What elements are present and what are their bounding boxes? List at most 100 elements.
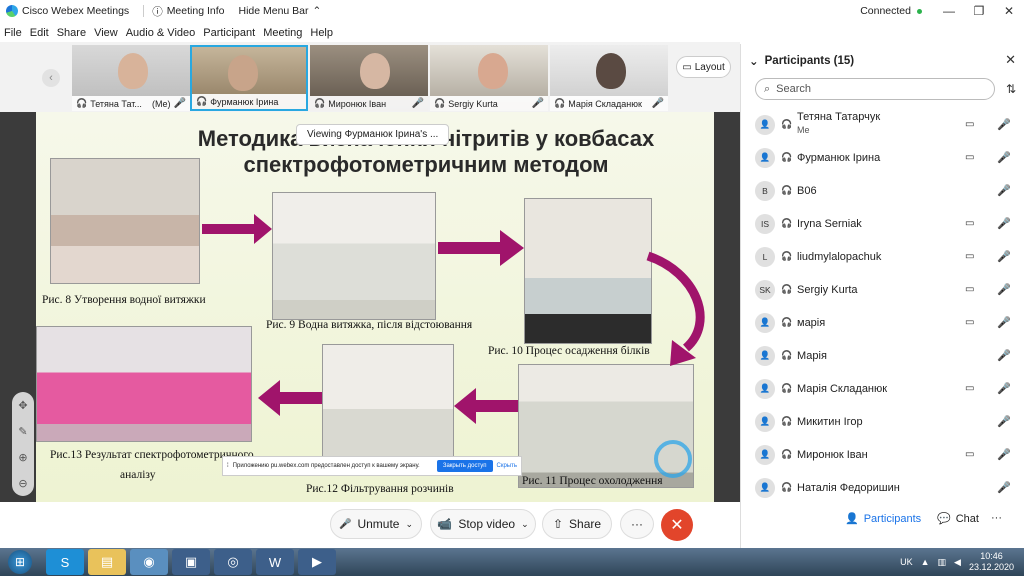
participant-row[interactable]: IS 🎧 Iryna Serniak ▭ 🎤 [741,207,1024,240]
layout-button[interactable]: ▭ Layout [676,56,731,78]
participant-row[interactable]: B 🎧 B06 🎤 [741,174,1024,207]
annotate-icon[interactable]: ✎ [18,425,27,438]
more-options-button[interactable]: ··· [620,509,654,539]
audio-icon: 🎧 [554,98,566,108]
info-icon: ⓘ [152,5,163,18]
mic-muted-icon: 🎤 [338,518,352,530]
stop-video-label: Stop video [458,517,516,531]
participants-tab[interactable]: 👤 Participants [845,512,921,526]
video-thumb-active[interactable]: 🎧 Фурманюк Ірина [190,45,308,111]
participant-row[interactable]: 👤 🎧 марія ▭ 🎤 [741,306,1024,339]
participant-row[interactable]: 👤 🎧 Фурманюк Ірина ▭ 🎤 [741,141,1024,174]
skype-icon[interactable]: S [46,549,84,575]
mic-active-icon[interactable]: 🎤 [997,151,1011,164]
menu-view[interactable]: View [94,27,118,39]
mic-muted-icon[interactable]: 🎤 [997,481,1011,494]
panel-close-button[interactable]: ✕ [1005,52,1016,68]
menu-file[interactable]: File [4,27,22,39]
zoom-in-icon[interactable]: ⊕ [18,451,27,464]
shared-slide: Методика визначення нітритів у ковбасах … [36,112,714,502]
meeting-info-button[interactable]: ⓘ Meeting Info [152,4,224,19]
participant-video [596,53,626,89]
mic-muted-icon[interactable]: 🎤 [997,415,1011,428]
zoom-controls: ✥ ✎ ⊕ ⊖ [12,392,34,496]
volume-icon[interactable]: ◀ [954,557,961,568]
end-meeting-button[interactable]: ✕ [661,509,693,541]
pan-icon[interactable]: ✥ [18,399,27,412]
hide-banner-link[interactable]: Скрыть [497,463,517,469]
minimize-button[interactable]: — [934,0,964,22]
mic-muted-icon[interactable]: 🎤 [997,316,1011,329]
shared-content-stage: Методика визначення нітритів у ковбасах … [0,112,740,502]
participant-row[interactable]: 👤 🎧 Микитин Ігор 🎤 [741,405,1024,438]
video-thumb[interactable]: 🎧 Тетяна Тат... (Me) 🎤 [72,45,190,111]
avatar-person-icon: 👤 [755,444,775,465]
mic-muted-icon[interactable]: 🎤 [997,283,1011,296]
chat-tab[interactable]: 💬 Chat [937,512,979,526]
tray-arrow-icon[interactable]: ▲ [921,557,930,567]
participant-row[interactable]: L 🎧 liudmylalopachuk ▭ 🎤 [741,240,1024,273]
participant-search-input[interactable]: ⌕ Search [755,78,995,100]
title-bar: Cisco Webex Meetings ⓘ Meeting Info Hide … [0,0,1024,22]
sort-icon[interactable]: ⇅ [1006,82,1016,96]
avatar-person-icon: 👤 [755,147,775,168]
participant-row[interactable]: 👤 🎧 Марія Складанюк ▭ 🎤 [741,372,1024,405]
person-icon: 👤 [845,513,859,525]
menu-participant[interactable]: Participant [203,27,255,39]
video-thumb[interactable]: 🎧 Марія Складанюк 🎤 [550,45,668,111]
menu-audio-video[interactable]: Audio & Video [126,27,196,39]
start-button[interactable]: ⊞ [8,550,32,574]
save-app-icon[interactable]: ▣ [172,549,210,575]
share-button[interactable]: ⇧ Share [542,509,612,539]
menu-bar: File Edit Share View Audio & Video Parti… [0,24,337,42]
participant-row[interactable]: 👤 🎧 Наталія Федоришин 🎤 [741,471,1024,504]
mic-muted-icon[interactable]: 🎤 [997,118,1011,131]
word-icon[interactable]: W [256,549,294,575]
clock[interactable]: 10:46 23.12.2020 [969,551,1014,573]
thumb-name: Миронюк Іван [328,98,387,109]
avatar-person-icon: 👤 [755,114,775,135]
mic-muted-icon[interactable]: 🎤 [997,217,1011,230]
chevron-down-icon[interactable]: ⌄ [521,519,529,530]
panel-header[interactable]: ⌄ Participants (15) [749,54,854,68]
zoom-app-icon[interactable]: ▶ [298,549,336,575]
close-access-button[interactable]: Закрыть доступ [436,460,493,472]
participant-row[interactable]: 👤 🎧 Миронюк Іван ▭ 🎤 [741,438,1024,471]
panel-more-button[interactable]: ··· [991,512,1002,524]
drag-handle-icon[interactable]: ⁞ [227,463,229,469]
participant-row[interactable]: SK 🎧 Sergiy Kurta ▭ 🎤 [741,273,1024,306]
menu-meeting[interactable]: Meeting [263,27,302,39]
network-icon[interactable]: ▥ [938,557,947,568]
meeting-controls: 🎤 Unmute ⌄ 📹 Stop video ⌄ ⇧ Share ··· ✕ [0,502,740,548]
mic-muted-icon[interactable]: 🎤 [997,349,1011,362]
file-explorer-icon[interactable]: ▤ [88,549,126,575]
avatar: L [755,246,775,267]
meeting-info-label: Meeting Info [166,5,225,17]
mic-muted-icon[interactable]: 🎤 [997,184,1011,197]
chrome-icon[interactable]: ◉ [130,549,168,575]
stop-video-button[interactable]: 📹 Stop video ⌄ [430,509,536,539]
menu-edit[interactable]: Edit [30,27,49,39]
participant-row[interactable]: 👤 🎧 Марія 🎤 [741,339,1024,372]
menu-share[interactable]: Share [57,27,86,39]
mic-muted-icon[interactable]: 🎤 [997,250,1011,263]
unmute-button[interactable]: 🎤 Unmute ⌄ [330,509,422,539]
avatar-person-icon: 👤 [755,312,775,333]
zoom-out-icon[interactable]: ⊖ [18,477,27,490]
close-window-button[interactable]: ✕ [994,0,1024,22]
hide-menu-bar-button[interactable]: Hide Menu Bar ⌃ [238,5,321,17]
connection-dot-icon [917,8,922,14]
language-indicator[interactable]: UK [900,557,913,567]
chevron-down-icon[interactable]: ⌄ [405,519,413,530]
audio-icon: 🎧 [314,98,326,108]
menu-help[interactable]: Help [310,27,333,39]
restore-button[interactable]: ❐ [964,0,994,22]
webex-taskbar-icon[interactable]: ◎ [214,549,252,575]
video-thumb[interactable]: 🎧 Миронюк Іван 🎤 [310,45,428,111]
filmstrip-prev-button[interactable]: ‹ [42,69,60,87]
mic-muted-icon[interactable]: 🎤 [997,448,1011,461]
video-thumb[interactable]: 🎧 Sergiy Kurta 🎤 [430,45,548,111]
mic-muted-icon[interactable]: 🎤 [997,382,1011,395]
participant-row[interactable]: 👤 🎧 Тетяна Татарчук Me ▭ 🎤 [741,108,1024,141]
connection-status: Connected [860,5,911,17]
